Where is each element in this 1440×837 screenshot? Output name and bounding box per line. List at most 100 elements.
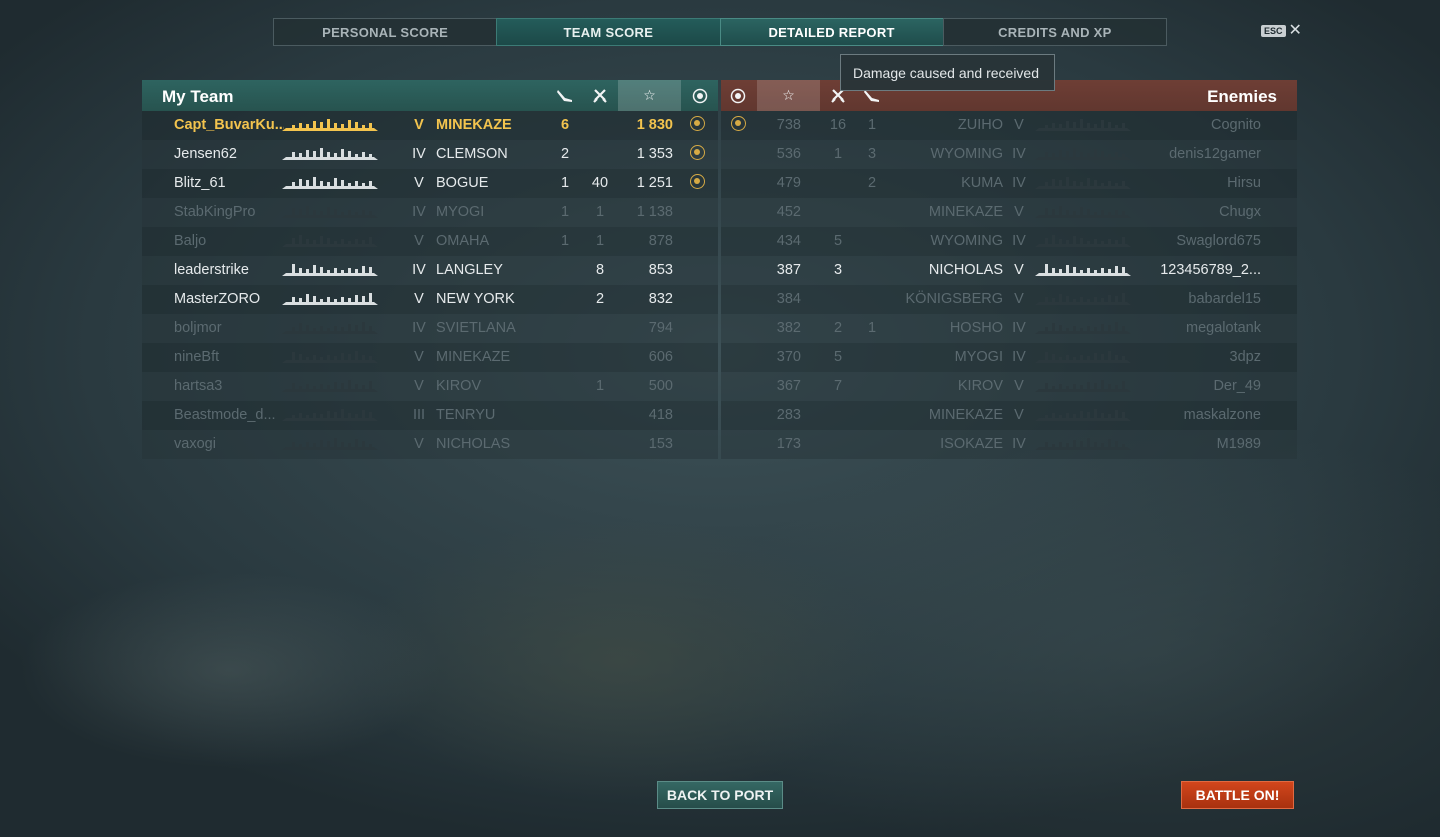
ship-silhouette-icon: [282, 148, 378, 160]
planes-icon[interactable]: [585, 80, 615, 111]
ship-name: KUMA: [961, 175, 1003, 191]
ship-silhouette-icon: [1035, 148, 1131, 160]
score: 387: [776, 262, 801, 278]
player-row[interactable]: vaxogi V NICHOLAS 153: [142, 430, 718, 459]
player-row[interactable]: Chugx V MINEKAZE 452: [721, 198, 1297, 227]
tab-detailed-report[interactable]: DETAILED REPORT: [719, 18, 944, 46]
ship-silhouette-icon: [1035, 206, 1131, 218]
ship-tier: IV: [1012, 146, 1026, 162]
tab-credits-and-xp[interactable]: CREDITS AND XP: [942, 18, 1167, 46]
ship-tier: IV: [412, 146, 426, 162]
ship-silhouette-icon: [1035, 322, 1131, 334]
score: 794: [648, 320, 673, 336]
torpedo-hits: 1: [560, 233, 570, 249]
player-name: vaxogi: [174, 436, 216, 452]
player-row[interactable]: babardel15 V KÖNIGSBERG 384: [721, 285, 1297, 314]
planes-destroyed: 1: [595, 204, 605, 220]
player-row[interactable]: Swaglord675 IV WYOMING 5 434: [721, 227, 1297, 256]
medal-icon[interactable]: [690, 174, 705, 189]
ship-tier: V: [1014, 291, 1024, 307]
score: 479: [776, 175, 801, 191]
ship-silhouette-icon: [282, 351, 378, 363]
ship-name: WYOMING: [930, 233, 1004, 249]
ship-silhouette-icon: [282, 119, 378, 131]
torpedo-hits: 1: [560, 175, 570, 191]
player-row[interactable]: boljmor IV SVIETLANA 794: [142, 314, 718, 343]
player-row[interactable]: Jensen62 IV CLEMSON 2 1 353: [142, 140, 718, 169]
planes-destroyed: 8: [595, 262, 605, 278]
score: 832: [648, 291, 673, 307]
planes-destroyed: 2: [833, 320, 843, 336]
ship-silhouette-icon: [282, 438, 378, 450]
player-name: Jensen62: [174, 146, 237, 162]
ship-silhouette-icon: [282, 177, 378, 189]
my-team-rows: Capt_BuvarKu... V MINEKAZE 6 1 830 Jensen62 IV…: [142, 111, 718, 459]
battle-on-button[interactable]: BATTLE ON!: [1181, 781, 1294, 809]
ship-name: WYOMING: [930, 146, 1004, 162]
player-row[interactable]: denis12gamer IV WYOMING 3 1 536: [721, 140, 1297, 169]
medal-icon[interactable]: [683, 80, 717, 111]
torpedo-icon[interactable]: [550, 80, 580, 111]
ship-tier: IV: [412, 262, 426, 278]
ship-silhouette-icon: [1035, 380, 1131, 392]
player-row[interactable]: Baljo V OMAHA 1 1 878: [142, 227, 718, 256]
star-icon[interactable]: ☆: [757, 80, 820, 111]
tab-team-score[interactable]: TEAM SCORE: [496, 18, 721, 46]
player-name: Cognito: [1211, 117, 1261, 133]
player-row[interactable]: 3dpz IV MYOGI 5 370: [721, 343, 1297, 372]
player-row[interactable]: megalotank IV HOSHO 1 2 382: [721, 314, 1297, 343]
ship-tier: IV: [1012, 320, 1026, 336]
torpedo-hits: 2: [560, 146, 570, 162]
medal-icon[interactable]: [721, 80, 755, 111]
ship-name: ZUIHO: [957, 117, 1003, 133]
player-row[interactable]: Blitz_61 V BOGUE 1 40 1 251: [142, 169, 718, 198]
player-row[interactable]: Hirsu IV KUMA 2 479: [721, 169, 1297, 198]
player-row[interactable]: Der_49 V KIROV 7 367: [721, 372, 1297, 401]
ship-tier: V: [414, 117, 424, 133]
enemy-team-title: Enemies: [1207, 87, 1277, 106]
score: 500: [648, 378, 673, 394]
ship-tier: V: [1014, 378, 1024, 394]
player-row[interactable]: hartsa3 V KIROV 1 500: [142, 372, 718, 401]
score: 1 251: [636, 175, 673, 191]
close-button[interactable]: ESC ✕: [1261, 23, 1302, 39]
player-name: Blitz_61: [174, 175, 226, 191]
ship-tier: V: [1014, 117, 1024, 133]
player-row[interactable]: M1989 IV ISOKAZE 173: [721, 430, 1297, 459]
planes-destroyed: 1: [833, 146, 843, 162]
player-row[interactable]: Cognito V ZUIHO 1 16 738: [721, 111, 1297, 140]
player-row[interactable]: leaderstrike IV LANGLEY 8 853: [142, 256, 718, 285]
player-row[interactable]: Beastmode_d... III TENRYU 418: [142, 401, 718, 430]
planes-destroyed: 16: [829, 117, 847, 133]
tab-personal-score[interactable]: PERSONAL SCORE: [273, 18, 498, 46]
ship-name: TENRYU: [436, 407, 496, 423]
star-icon[interactable]: ☆: [618, 80, 681, 111]
player-row[interactable]: maskalzone V MINEKAZE 283: [721, 401, 1297, 430]
back-to-port-button[interactable]: BACK TO PORT: [657, 781, 783, 809]
my-team-panel: My Team ☆ Capt_BuvarKu... V MINEKAZE 6 1 830…: [142, 80, 718, 459]
medal-icon[interactable]: [690, 145, 705, 160]
planes-destroyed: 3: [833, 262, 843, 278]
ship-silhouette-icon: [1035, 264, 1131, 276]
ship-tier: V: [1014, 407, 1024, 423]
enemy-team-panel: Enemies ☆ Cognito V ZUIHO 1 16 738 denis12game…: [721, 80, 1297, 459]
score: 153: [648, 436, 673, 452]
torpedo-hits: 1: [867, 320, 877, 336]
medal-icon[interactable]: [690, 116, 705, 131]
player-row[interactable]: Capt_BuvarKu... V MINEKAZE 6 1 830: [142, 111, 718, 140]
torpedo-hits: 2: [867, 175, 877, 191]
medal-icon[interactable]: [731, 116, 746, 131]
player-row[interactable]: StabKingPro IV MYOGI 1 1 1 138: [142, 198, 718, 227]
player-row[interactable]: nineBft V MINEKAZE 606: [142, 343, 718, 372]
player-name: babardel15: [1188, 291, 1261, 307]
player-name: nineBft: [174, 349, 220, 365]
ship-silhouette-icon: [1035, 119, 1131, 131]
ship-tier: III: [412, 407, 426, 423]
ship-silhouette-icon: [1035, 438, 1131, 450]
ship-silhouette-icon: [282, 293, 378, 305]
player-row[interactable]: MasterZORO V NEW YORK 2 832: [142, 285, 718, 314]
ship-name: MINEKAZE: [436, 117, 512, 133]
score: 367: [776, 378, 801, 394]
player-name: 123456789_2...: [1160, 262, 1261, 278]
player-row[interactable]: 123456789_2... V NICHOLAS 3 387: [721, 256, 1297, 285]
